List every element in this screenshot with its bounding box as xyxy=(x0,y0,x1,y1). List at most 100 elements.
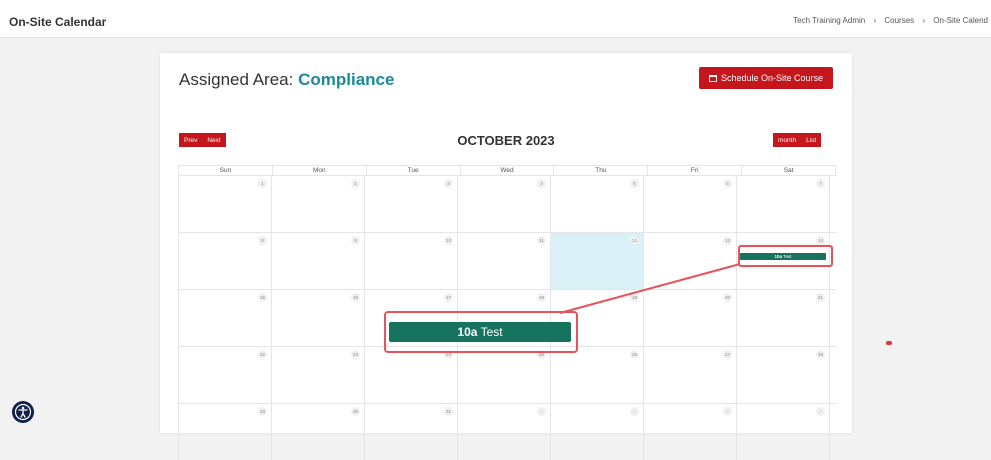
week-row: 29 30 31 1 2 3 4 xyxy=(179,403,836,460)
weekday-label: Fri xyxy=(648,166,743,175)
day-number: 10 xyxy=(444,236,453,245)
day-number: 20 xyxy=(723,293,732,302)
zoomed-event-time: 10a xyxy=(457,325,478,339)
day-number: 12 xyxy=(630,236,639,245)
assigned-area-heading: Assigned Area: Compliance xyxy=(179,70,394,90)
top-bar: On-Site Calendar Tech Training Admin › C… xyxy=(0,0,991,38)
weekday-label: Mon xyxy=(273,166,367,175)
day-number: 6 xyxy=(723,179,732,188)
day-cell[interactable]: 1 xyxy=(179,176,272,232)
day-number: 28 xyxy=(816,350,825,359)
breadcrumb-item[interactable]: Tech Training Admin xyxy=(793,16,865,25)
month-title: OCTOBER 2023 xyxy=(457,133,555,148)
zoomed-event-title: Test xyxy=(480,325,503,339)
day-cell[interactable]: 2 xyxy=(272,176,365,232)
day-cell[interactable]: 4 xyxy=(458,176,551,232)
day-number: 8 xyxy=(258,236,267,245)
day-cell[interactable]: 3 xyxy=(365,176,458,232)
day-number: 19 xyxy=(630,293,639,302)
breadcrumb-separator: › xyxy=(873,16,877,25)
day-number: 11 xyxy=(537,236,546,245)
day-number: 22 xyxy=(258,350,267,359)
weekday-label: Tue xyxy=(367,166,461,175)
day-number: 9 xyxy=(351,236,360,245)
day-number: 26 xyxy=(630,350,639,359)
day-cell[interactable]: 31 xyxy=(365,404,458,460)
day-cell-other-month[interactable]: 1 xyxy=(458,404,551,460)
day-cell[interactable]: 9 xyxy=(272,233,365,289)
day-cell[interactable]: 10 xyxy=(365,233,458,289)
day-cell[interactable]: 15 xyxy=(179,290,272,346)
day-number: 7 xyxy=(816,179,825,188)
day-number: 3 xyxy=(444,179,453,188)
day-cell-today[interactable]: 12 xyxy=(551,233,644,289)
day-number: 1 xyxy=(537,407,546,416)
day-number: 4 xyxy=(537,179,546,188)
day-number: 4 xyxy=(816,407,825,416)
day-number: 15 xyxy=(258,293,267,302)
list-view-button[interactable]: List xyxy=(801,133,822,147)
breadcrumb-separator: › xyxy=(922,16,926,25)
weekday-label: Wed xyxy=(461,166,555,175)
weekday-label: Thu xyxy=(554,166,649,175)
day-cell[interactable]: 30 xyxy=(272,404,365,460)
day-cell[interactable]: 29 xyxy=(179,404,272,460)
day-cell-other-month[interactable]: 4 xyxy=(737,404,830,460)
day-cell[interactable]: 24 xyxy=(365,347,458,403)
calendar-icon xyxy=(708,74,717,82)
day-cell[interactable]: 25 xyxy=(458,347,551,403)
view-button-group: month List xyxy=(773,133,822,147)
breadcrumb-item: On-Site Calend xyxy=(933,16,988,25)
day-number: 3 xyxy=(723,407,732,416)
weekday-label: Sat xyxy=(742,166,837,175)
schedule-course-label: Schedule On-Site Course xyxy=(720,73,824,83)
red-dot-marker xyxy=(886,341,892,345)
day-cell[interactable]: 13 xyxy=(644,233,737,289)
day-cell[interactable]: 5 xyxy=(551,176,644,232)
day-cell[interactable]: 28 xyxy=(737,347,830,403)
day-cell[interactable]: 27 xyxy=(644,347,737,403)
week-row: 22 23 24 25 26 27 28 xyxy=(179,346,836,403)
day-cell[interactable]: 11 xyxy=(458,233,551,289)
day-number: 30 xyxy=(351,407,360,416)
day-number: 23 xyxy=(351,350,360,359)
page-title: On-Site Calendar xyxy=(9,15,107,29)
accessibility-icon xyxy=(14,403,32,421)
day-number: 31 xyxy=(444,407,453,416)
assigned-area-value: Compliance xyxy=(298,70,395,89)
day-cell[interactable]: 20 xyxy=(644,290,737,346)
day-number: 21 xyxy=(816,293,825,302)
day-cell[interactable]: 26 xyxy=(551,347,644,403)
weekday-header: Sun Mon Tue Wed Thu Fri Sat xyxy=(179,166,837,175)
day-number: 27 xyxy=(723,350,732,359)
calendar-card: Assigned Area: Compliance Schedule On-Si… xyxy=(160,53,852,460)
zoomed-calendar-event: 10a Test xyxy=(389,322,571,342)
day-cell[interactable]: 8 xyxy=(179,233,272,289)
day-number: 2 xyxy=(351,179,360,188)
day-cell[interactable]: 21 xyxy=(737,290,830,346)
weekday-label: Sun xyxy=(179,166,273,175)
day-number: 1 xyxy=(258,179,267,188)
day-number: 16 xyxy=(351,293,360,302)
day-cell[interactable]: 22 xyxy=(179,347,272,403)
accessibility-button[interactable] xyxy=(12,401,34,423)
assigned-area-label: Assigned Area: xyxy=(179,70,294,89)
month-view-button[interactable]: month xyxy=(773,133,802,147)
day-cell-other-month[interactable]: 2 xyxy=(551,404,644,460)
day-cell[interactable]: 16 xyxy=(272,290,365,346)
day-number: 13 xyxy=(723,236,732,245)
day-cell[interactable]: 7 xyxy=(737,176,830,232)
breadcrumb: Tech Training Admin › Courses › On-Site … xyxy=(790,16,991,25)
breadcrumb-item[interactable]: Courses xyxy=(884,16,914,25)
day-number: 14 xyxy=(816,236,825,245)
day-number: 2 xyxy=(630,407,639,416)
week-row: 1 2 3 4 5 6 7 xyxy=(179,175,836,232)
day-number: 5 xyxy=(630,179,639,188)
day-number: 29 xyxy=(258,407,267,416)
day-number: 18 xyxy=(537,293,546,302)
day-cell[interactable]: 6 xyxy=(644,176,737,232)
event-highlight-box xyxy=(738,245,833,267)
day-cell-other-month[interactable]: 3 xyxy=(644,404,737,460)
schedule-course-button[interactable]: Schedule On-Site Course xyxy=(699,67,833,89)
day-cell[interactable]: 23 xyxy=(272,347,365,403)
